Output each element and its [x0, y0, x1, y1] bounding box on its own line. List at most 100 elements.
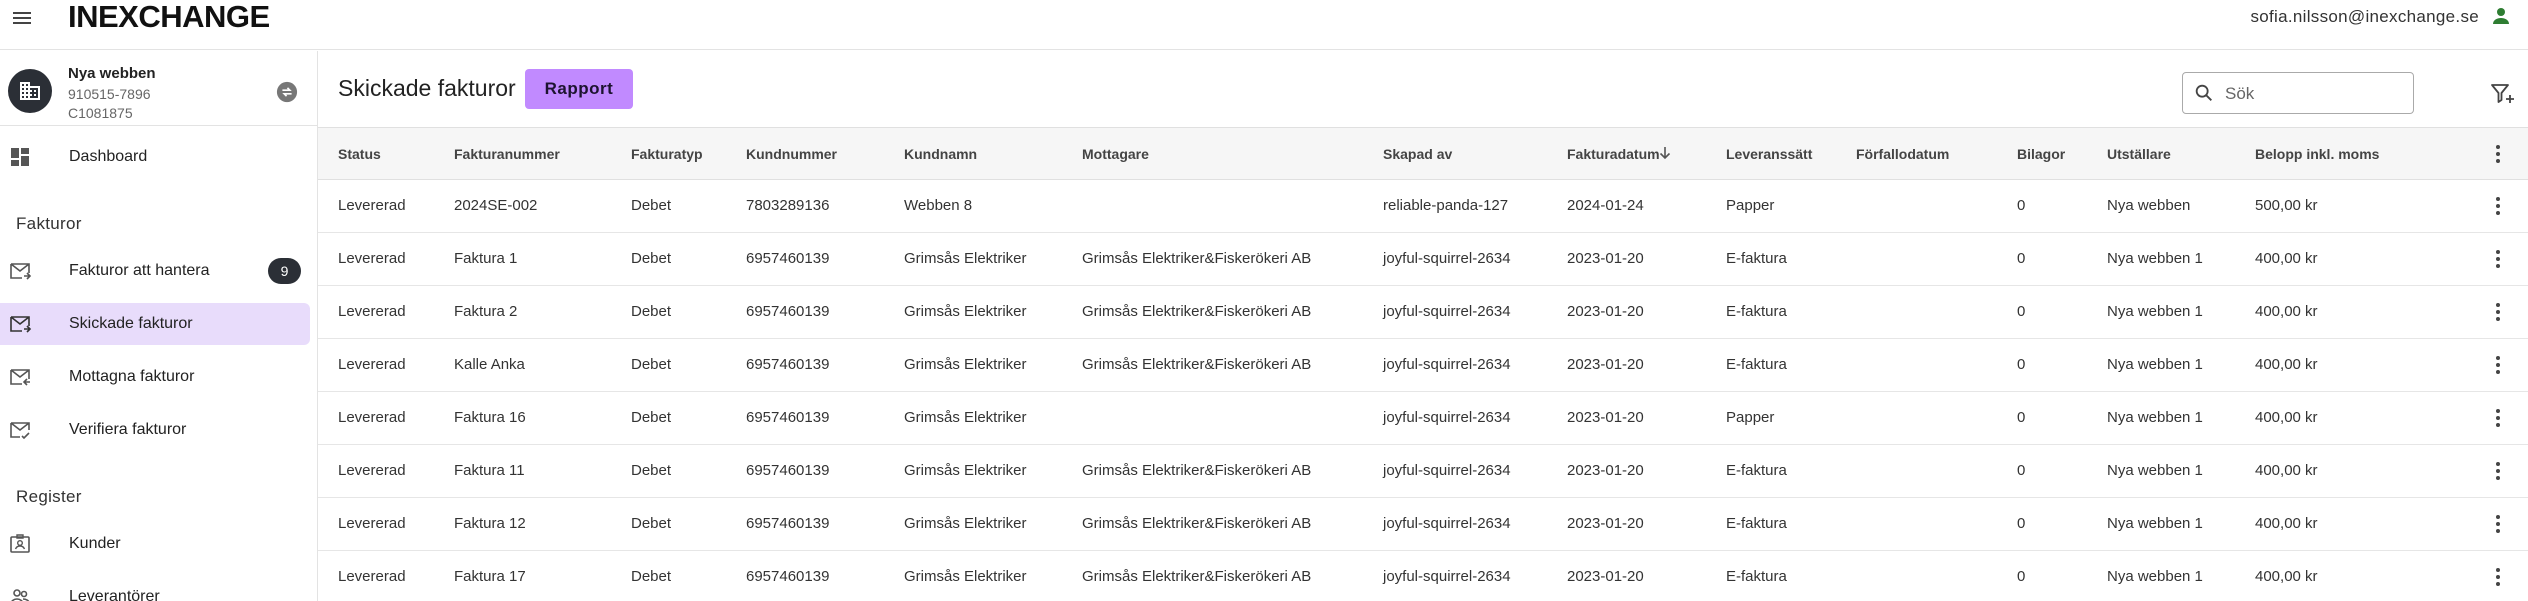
cell-delivery-method: Papper	[1726, 409, 1775, 426]
cell-attachments: 0	[2017, 568, 2026, 585]
sidebar-item-dashboard[interactable]: Dashboard	[0, 136, 310, 178]
column-header-issuer[interactable]: Utställare	[2107, 146, 2171, 162]
cell-status: Levererad	[338, 356, 406, 373]
sidebar-item-label: Verifiera fakturor	[69, 421, 187, 438]
table-row[interactable]: Levererad Faktura 12 Debet 6957460139 Grimså…	[318, 498, 2528, 551]
sidebar-item-label: Skickade fakturor	[69, 315, 193, 332]
cell-issuer: Nya webben 1	[2107, 356, 2203, 373]
cell-delivery-method: E-faktura	[1726, 356, 1787, 373]
cell-delivery-method: Papper	[1726, 197, 1775, 214]
cell-status: Levererad	[338, 197, 406, 214]
cell-status: Levererad	[338, 515, 406, 532]
more-vert-icon[interactable]	[2486, 512, 2510, 536]
column-header-customer-name[interactable]: Kundnamn	[904, 146, 977, 162]
sidebar-item-invoices-to-handle[interactable]: Fakturor att hantera 9	[0, 250, 310, 292]
menu-icon[interactable]	[10, 6, 34, 30]
section-title-register: Register	[16, 487, 82, 506]
cell-attachments: 0	[2017, 197, 2026, 214]
search-box[interactable]	[2182, 72, 2414, 114]
cell-issuer: Nya webben	[2107, 197, 2191, 214]
more-vert-icon[interactable]	[2486, 406, 2510, 430]
column-header-recipient[interactable]: Mottagare	[1082, 146, 1149, 162]
sidebar-item-suppliers[interactable]: Leverantörer	[0, 576, 310, 601]
building-icon	[8, 69, 52, 113]
cell-status: Levererad	[338, 250, 406, 267]
sidebar-item-verify-invoices[interactable]: Verifiera fakturor	[0, 409, 310, 451]
cell-invoice-date: 2023-01-20	[1567, 409, 1644, 426]
main-content: Skickade fakturor Rapport Status Faktura…	[318, 51, 2528, 601]
sidebar: Nya webben 910515-7896 C1081875 Dashboar…	[0, 51, 318, 601]
table-row[interactable]: Levererad Faktura 17 Debet 6957460139 Grimså…	[318, 551, 2528, 601]
app-logo[interactable]: INEXCHANGE	[68, 0, 270, 35]
column-header-delivery-method[interactable]: Leveranssätt	[1726, 146, 1812, 162]
cell-invoice-number: Kalle Anka	[454, 356, 525, 373]
table-row[interactable]: Levererad Kalle Anka Debet 6957460139 Grimså…	[318, 339, 2528, 392]
organization-name: Nya webben	[68, 65, 156, 82]
report-button[interactable]: Rapport	[525, 69, 633, 109]
cell-issuer: Nya webben 1	[2107, 462, 2203, 479]
cell-customer-name: Webben 8	[904, 197, 973, 214]
table-row[interactable]: Levererad 2024SE-002 Debet 7803289136 Webben…	[318, 180, 2528, 233]
cell-invoice-number: Faktura 11	[454, 462, 525, 479]
cell-invoice-type: Debet	[631, 356, 672, 373]
search-input[interactable]	[2223, 79, 2412, 109]
more-vert-icon[interactable]	[2486, 247, 2510, 271]
table-row[interactable]: Levererad Faktura 2 Debet 6957460139 Grimsås…	[318, 286, 2528, 339]
cell-recipient: Grimsås Elektriker&Fiskerökeri AB	[1082, 568, 1312, 585]
column-header-created-by[interactable]: Skapad av	[1383, 146, 1452, 162]
column-header-status[interactable]: Status	[338, 146, 381, 162]
column-header-invoice-number[interactable]: Fakturanummer	[454, 146, 560, 162]
cell-recipient: Grimsås Elektriker&Fiskerökeri AB	[1082, 250, 1312, 267]
cell-invoice-type: Debet	[631, 250, 672, 267]
cell-customer-name: Grimsås Elektriker	[904, 356, 1027, 373]
sidebar-item-customers[interactable]: Kunder	[0, 523, 310, 565]
cell-invoice-date: 2023-01-20	[1567, 303, 1644, 320]
sent-mail-icon	[10, 316, 32, 333]
cell-invoice-number: Faktura 1	[454, 250, 518, 267]
cell-customer-number: 6957460139	[746, 356, 830, 373]
cell-invoice-date: 2023-01-20	[1567, 462, 1644, 479]
column-header-attachments[interactable]: Bilagor	[2017, 146, 2065, 162]
filter-add-icon[interactable]	[2490, 81, 2516, 107]
more-vert-icon[interactable]	[2486, 142, 2510, 166]
column-header-invoice-type[interactable]: Fakturatyp	[631, 146, 703, 162]
more-vert-icon[interactable]	[2486, 300, 2510, 324]
column-header-due-date[interactable]: Förfallodatum	[1856, 146, 1949, 162]
organization-panel: Nya webben 910515-7896 C1081875	[0, 51, 317, 126]
cell-status: Levererad	[338, 303, 406, 320]
more-vert-icon[interactable]	[2486, 194, 2510, 218]
swap-icon[interactable]	[276, 81, 298, 103]
cell-created-by: reliable-panda-127	[1383, 197, 1509, 214]
sidebar-item-received-invoices[interactable]: Mottagna fakturor	[0, 356, 310, 398]
more-vert-icon[interactable]	[2486, 459, 2510, 483]
account-icon[interactable]	[2489, 4, 2513, 28]
table-row[interactable]: Levererad Faktura 16 Debet 6957460139 Grimså…	[318, 392, 2528, 445]
cell-attachments: 0	[2017, 303, 2026, 320]
column-header-customer-number[interactable]: Kundnummer	[746, 146, 837, 162]
table-row[interactable]: Levererad Faktura 11 Debet 6957460139 Grimså…	[318, 445, 2528, 498]
column-header-invoice-date[interactable]: Fakturadatum	[1567, 146, 1660, 162]
cell-issuer: Nya webben 1	[2107, 515, 2203, 532]
cell-invoice-type: Debet	[631, 409, 672, 426]
cell-amount: 400,00 kr	[2255, 462, 2318, 479]
cell-issuer: Nya webben 1	[2107, 303, 2203, 320]
sidebar-item-label: Fakturor att hantera	[69, 262, 210, 279]
table-row[interactable]: Levererad Faktura 1 Debet 6957460139 Grimsås…	[318, 233, 2528, 286]
column-header-amount[interactable]: Belopp inkl. moms	[2255, 146, 2379, 162]
cell-created-by: joyful-squirrel-2634	[1383, 568, 1511, 585]
cell-attachments: 0	[2017, 462, 2026, 479]
more-vert-icon[interactable]	[2486, 353, 2510, 377]
cell-invoice-date: 2023-01-20	[1567, 515, 1644, 532]
cell-created-by: joyful-squirrel-2634	[1383, 250, 1511, 267]
user-email[interactable]: sofia.nilsson@inexchange.se	[2250, 7, 2479, 27]
more-vert-icon[interactable]	[2486, 565, 2510, 589]
sidebar-item-sent-invoices[interactable]: Skickade fakturor	[0, 303, 310, 345]
cell-attachments: 0	[2017, 409, 2026, 426]
cell-invoice-type: Debet	[631, 462, 672, 479]
arrow-down-icon[interactable]	[1657, 145, 1673, 161]
cell-customer-number: 7803289136	[746, 197, 830, 214]
cell-invoice-type: Debet	[631, 515, 672, 532]
cell-invoice-number: Faktura 17	[454, 568, 526, 585]
cell-amount: 400,00 kr	[2255, 409, 2318, 426]
cell-created-by: joyful-squirrel-2634	[1383, 462, 1511, 479]
